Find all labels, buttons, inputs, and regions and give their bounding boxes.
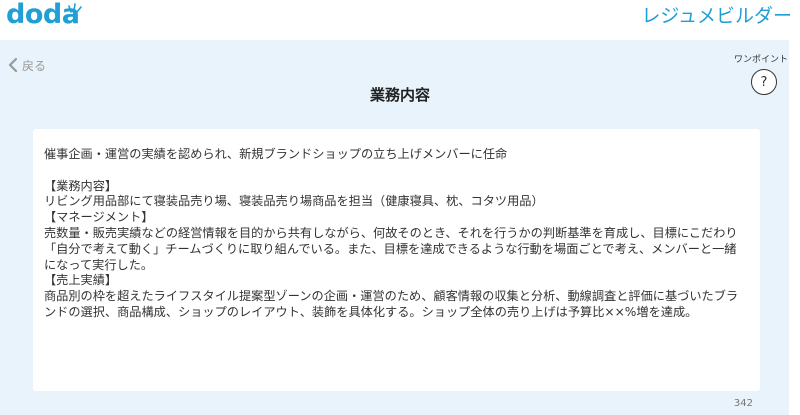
top-header: doda レジュメビルダー <box>0 0 800 40</box>
page-scrollbar[interactable] <box>789 40 800 415</box>
chevron-left-icon <box>8 57 18 73</box>
help-label: ワンポイント <box>733 55 788 65</box>
job-description-textarea[interactable]: 催事企画・運営の実績を認められ、新規ブランドショップの立ち上げメンバーに任命 【… <box>33 129 760 391</box>
back-button[interactable]: 戻る <box>8 56 46 74</box>
app-title: レジュメビルダー <box>641 5 792 27</box>
logo-sparkle-icon <box>68 3 82 13</box>
back-label: 戻る <box>22 58 47 73</box>
page-title: 業務内容 <box>369 86 430 104</box>
character-count: 342 <box>733 398 753 409</box>
help-button[interactable]: ? <box>751 69 777 95</box>
question-icon: ? <box>760 74 768 90</box>
